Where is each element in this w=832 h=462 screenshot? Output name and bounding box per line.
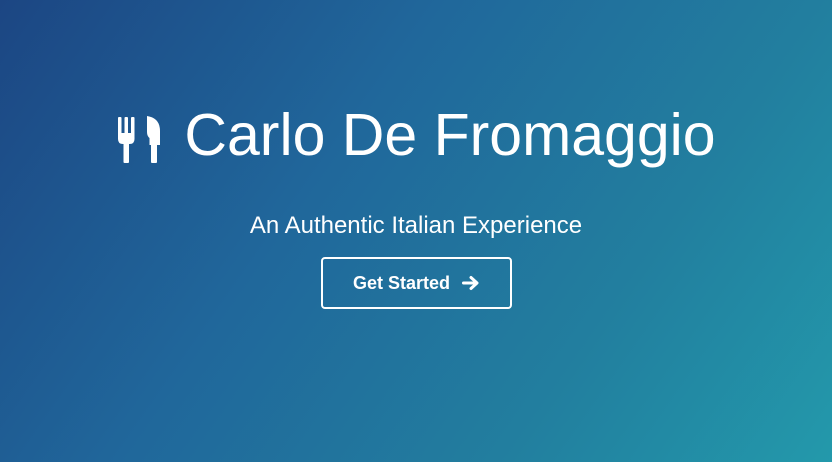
restaurant-name-title: Carlo De Fromaggio xyxy=(184,102,716,168)
get-started-button[interactable]: Get Started xyxy=(321,257,512,309)
get-started-label: Get Started xyxy=(352,272,451,293)
title-row: Carlo De Fromaggio xyxy=(0,106,832,165)
hero-section: Carlo De Fromaggio An Authentic Italian … xyxy=(0,0,832,462)
fork-knife-icon xyxy=(116,113,164,165)
arrow-right-icon xyxy=(462,275,480,291)
tagline: An Authentic Italian Experience xyxy=(249,212,583,239)
